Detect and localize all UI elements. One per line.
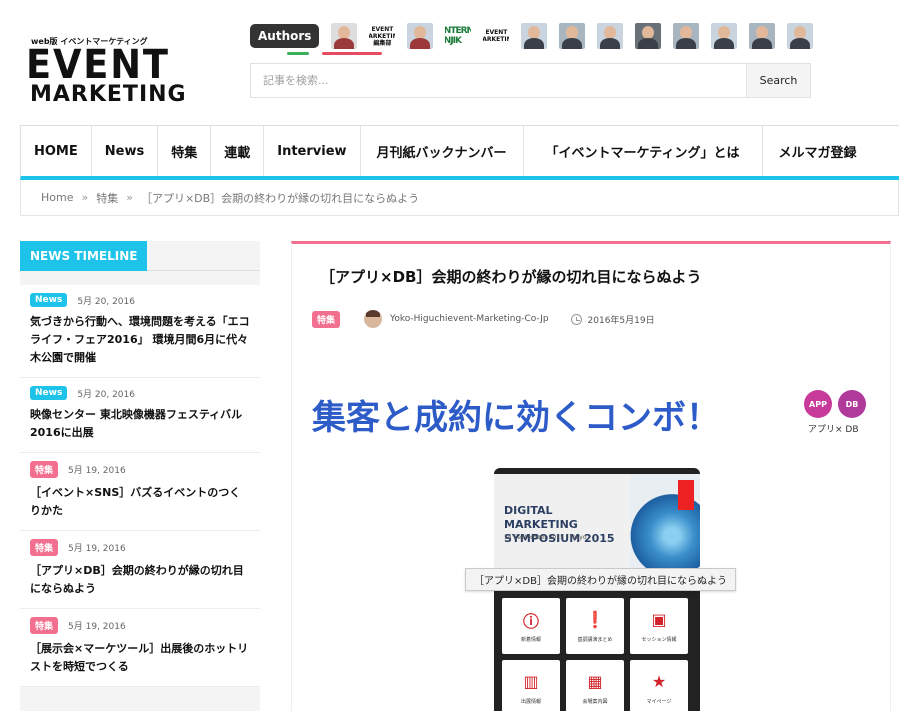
feature-badge[interactable]: 特集	[30, 539, 59, 556]
breadcrumb-current: ［アプリ×DB］会期の終わりが縁の切れ目にならぬよう	[140, 191, 420, 205]
star-icon: ★	[651, 672, 667, 691]
info-icon: ⓘ	[522, 611, 539, 631]
nav-news[interactable]: News	[92, 126, 159, 176]
presentation-icon: ▣	[651, 610, 667, 629]
adobe-logo-icon	[678, 480, 694, 510]
breadcrumb-category[interactable]: 特集	[96, 190, 118, 206]
phone-menu-grid: ⓘ 新着情報 ❗ 基調講演まとめ ▣ セッション情報 ▥ 出展情報 ▦ 会場案内図 ★ マイ…	[502, 598, 692, 711]
nav-interview[interactable]: Interview	[264, 126, 361, 176]
author-avatar[interactable]	[635, 23, 662, 49]
feature-badge[interactable]: 特集	[30, 617, 59, 634]
phone-tile: ★ マイページ	[630, 660, 688, 711]
nav-series[interactable]: 連載	[211, 126, 265, 176]
logo-line-event: EVENT	[26, 42, 170, 88]
timeline-title[interactable]: 気づきから行動へ、環境問題を考える「エコライフ・フェア2016」 環境月間6月に…	[30, 313, 250, 367]
feature-badge[interactable]: 特集	[30, 461, 59, 478]
red-underline	[322, 52, 382, 55]
green-underline	[287, 52, 309, 55]
timeline-date: 5月 19, 2016	[68, 544, 126, 554]
article-meta: 特集 Yoko-Higuchievent-Marketing-Co-Jp 201…	[312, 310, 655, 328]
author-avatar[interactable]	[521, 23, 548, 49]
app-circle-icon: APP	[804, 390, 832, 418]
phone-tile: ▦ 会場案内図	[566, 660, 624, 711]
timeline-item[interactable]: 特集 5月 19, 2016 ［展示会×マーケツール］出展後のホットリストを時短で…	[20, 609, 260, 687]
breadcrumb-home[interactable]: Home	[41, 191, 73, 204]
timeline-list: News 5月 20, 2016 気づきから行動へ、環境問題を考える「エコライフ・…	[20, 285, 260, 687]
site-logo[interactable]: web版 イベントマーケティング EVENT MARKETING	[26, 36, 186, 107]
author-logo-green[interactable]: NTERN NJIK	[445, 23, 472, 49]
timeline-item[interactable]: 特集 5月 19, 2016 ［アプリ×DB］会期の終わりが縁の切れ目にならぬよう	[20, 531, 260, 609]
app-db-caption: アプリ× DB	[808, 425, 859, 435]
timeline-title[interactable]: ［アプリ×DB］会期の終わりが縁の切れ目にならぬよう	[30, 562, 250, 598]
hero-headline: 集客と成約に効くコンボ！	[312, 398, 720, 438]
nav-feature[interactable]: 特集	[158, 126, 212, 176]
timeline-title[interactable]: ［展示会×マーケツール］出展後のホットリストを時短でつくる	[30, 640, 250, 676]
alert-bubble-icon: ❗	[585, 610, 605, 629]
author-avatar[interactable]	[787, 23, 814, 49]
tile-label: マイページ	[646, 698, 672, 705]
nav-about[interactable]: 「イベントマーケティング」とは	[524, 126, 763, 176]
symposium-date: 15 September 2015 | Tokyo	[504, 534, 587, 541]
nav-back-numbers[interactable]: 月刊紙バックナンバー	[361, 126, 524, 176]
phone-tile: ▥ 出展情報	[502, 660, 560, 711]
image-tooltip: ［アプリ×DB］会期の終わりが縁の切れ目にならぬよう	[465, 568, 736, 591]
article-date: 2016年5月19日	[587, 315, 655, 326]
map-icon: ▦	[587, 672, 603, 691]
tile-label: 出展情報	[520, 698, 541, 705]
article-author[interactable]: Yoko-Higuchievent-Marketing-Co-Jp	[390, 314, 549, 324]
news-badge[interactable]: News	[30, 386, 68, 400]
author-logo-editorial[interactable]: EVENT MARKETING 編集部	[369, 23, 396, 49]
sidebar-header: NEWS TIMELINE	[20, 241, 260, 271]
timeline-title[interactable]: ［イベント×SNS］バズるイベントのつくりかた	[30, 484, 250, 520]
phone-tile: ▣ セッション情報	[630, 598, 688, 654]
author-avatar-icon	[364, 310, 383, 328]
tile-label: 基調講演まとめ	[577, 636, 613, 643]
authors-strip: Authors EVENT MARKETING 編集部 NTERN NJIK E…	[250, 22, 814, 50]
timeline-date: 5月 19, 2016	[68, 622, 126, 632]
author-avatar[interactable]	[407, 23, 434, 49]
tile-label: 新着情報	[520, 636, 541, 643]
author-avatar[interactable]	[749, 23, 776, 49]
app-db-icon: APP DB アプリ× DB	[802, 390, 872, 440]
author-avatar[interactable]	[331, 23, 358, 49]
author-avatar[interactable]	[673, 23, 700, 49]
authors-label: Authors	[250, 24, 320, 48]
author-avatar[interactable]	[597, 23, 624, 49]
nav-home[interactable]: HOME	[21, 126, 92, 176]
timeline-item[interactable]: 特集 5月 19, 2016 ［イベント×SNS］バズるイベントのつくりかた	[20, 453, 260, 531]
building-icon: ▥	[523, 672, 539, 691]
author-avatar[interactable]	[711, 23, 738, 49]
timeline-date: 5月 20, 2016	[77, 296, 135, 307]
search-bar: Search	[250, 63, 811, 98]
sidebar-heading: NEWS TIMELINE	[20, 241, 148, 271]
timeline-date: 5月 20, 2016	[77, 389, 135, 400]
search-button[interactable]: Search	[746, 64, 810, 97]
author-logo-event[interactable]: EVENT MARKETING	[483, 23, 510, 49]
breadcrumb: Home » 特集 » ［アプリ×DB］会期の終わりが縁の切れ目にならぬよう	[20, 180, 899, 216]
main-nav: HOME News 特集 連載 Interview 月刊紙バックナンバー 「イベ…	[20, 125, 899, 180]
clock-icon	[570, 313, 582, 325]
article: ［アプリ×DB］会期の終わりが縁の切れ目にならぬよう 特集 Yoko-Higuc…	[291, 241, 891, 711]
phone-tile: ❗ 基調講演まとめ	[566, 598, 624, 654]
tile-label: 会場案内図	[582, 698, 608, 705]
article-category-badge[interactable]: 特集	[312, 310, 341, 328]
phone-tile: ⓘ 新着情報	[502, 598, 560, 654]
article-title: ［アプリ×DB］会期の終わりが縁の切れ目にならぬよう	[320, 268, 702, 286]
timeline-date: 5月 19, 2016	[68, 466, 126, 476]
breadcrumb-separator: »	[81, 191, 89, 204]
timeline-item[interactable]: News 5月 20, 2016 映像センター 東北映像機器フェスティバル2016…	[20, 378, 260, 453]
news-badge[interactable]: News	[30, 293, 68, 307]
db-circle-icon: DB	[838, 390, 866, 418]
breadcrumb-separator: »	[126, 191, 133, 204]
news-timeline-sidebar: NEWS TIMELINE News 5月 20, 2016 気づきから行動へ、環…	[20, 241, 260, 711]
timeline-title[interactable]: 映像センター 東北映像機器フェスティバル2016に出展	[30, 406, 250, 442]
search-input[interactable]	[251, 64, 746, 97]
author-avatar[interactable]	[559, 23, 586, 49]
tile-label: セッション情報	[641, 636, 677, 643]
nav-newsletter[interactable]: メルマガ登録	[763, 126, 873, 176]
timeline-item[interactable]: News 5月 20, 2016 気づきから行動へ、環境問題を考える「エコライフ・…	[20, 285, 260, 378]
